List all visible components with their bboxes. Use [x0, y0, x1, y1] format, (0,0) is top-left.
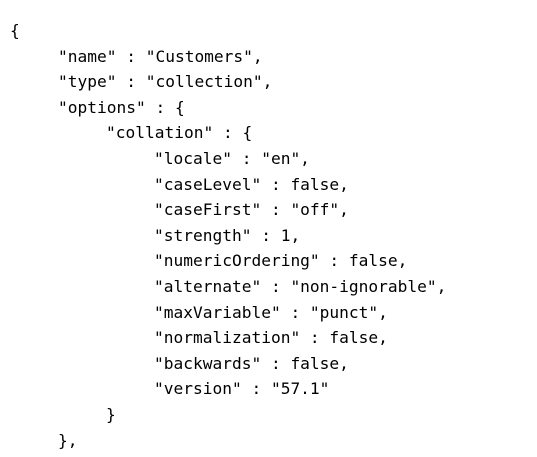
code-line-version: "version" : "57.1": [154, 379, 330, 399]
code-line-locale: "locale" : "en",: [154, 148, 310, 168]
json-code-block: { "name" : "Customers", "type" : "collecti…: [10, 18, 446, 453]
code-line-name: "name" : "Customers",: [58, 46, 263, 66]
code-line-normalization: "normalization" : false,: [154, 328, 388, 348]
code-line-caselevel: "caseLevel" : false,: [154, 174, 349, 194]
code-line-backwards: "backwards" : false,: [154, 353, 349, 373]
code-line-close-options: },: [58, 430, 78, 450]
code-line-alternate: "alternate" : "non-ignorable",: [154, 276, 447, 296]
code-line-options: "options" : {: [58, 97, 185, 117]
code-line-strength: "strength" : 1,: [154, 225, 301, 245]
code-line-open-brace: {: [10, 21, 20, 40]
code-line-numericordering: "numericOrdering" : false,: [154, 251, 408, 271]
code-line-type: "type" : "collection",: [58, 72, 273, 92]
code-line-close-collation: }: [106, 404, 116, 424]
code-line-casefirst: "caseFirst" : "off",: [154, 200, 349, 220]
code-line-maxvariable: "maxVariable" : "punct",: [154, 302, 388, 322]
code-line-collation: "collation" : {: [106, 123, 253, 143]
